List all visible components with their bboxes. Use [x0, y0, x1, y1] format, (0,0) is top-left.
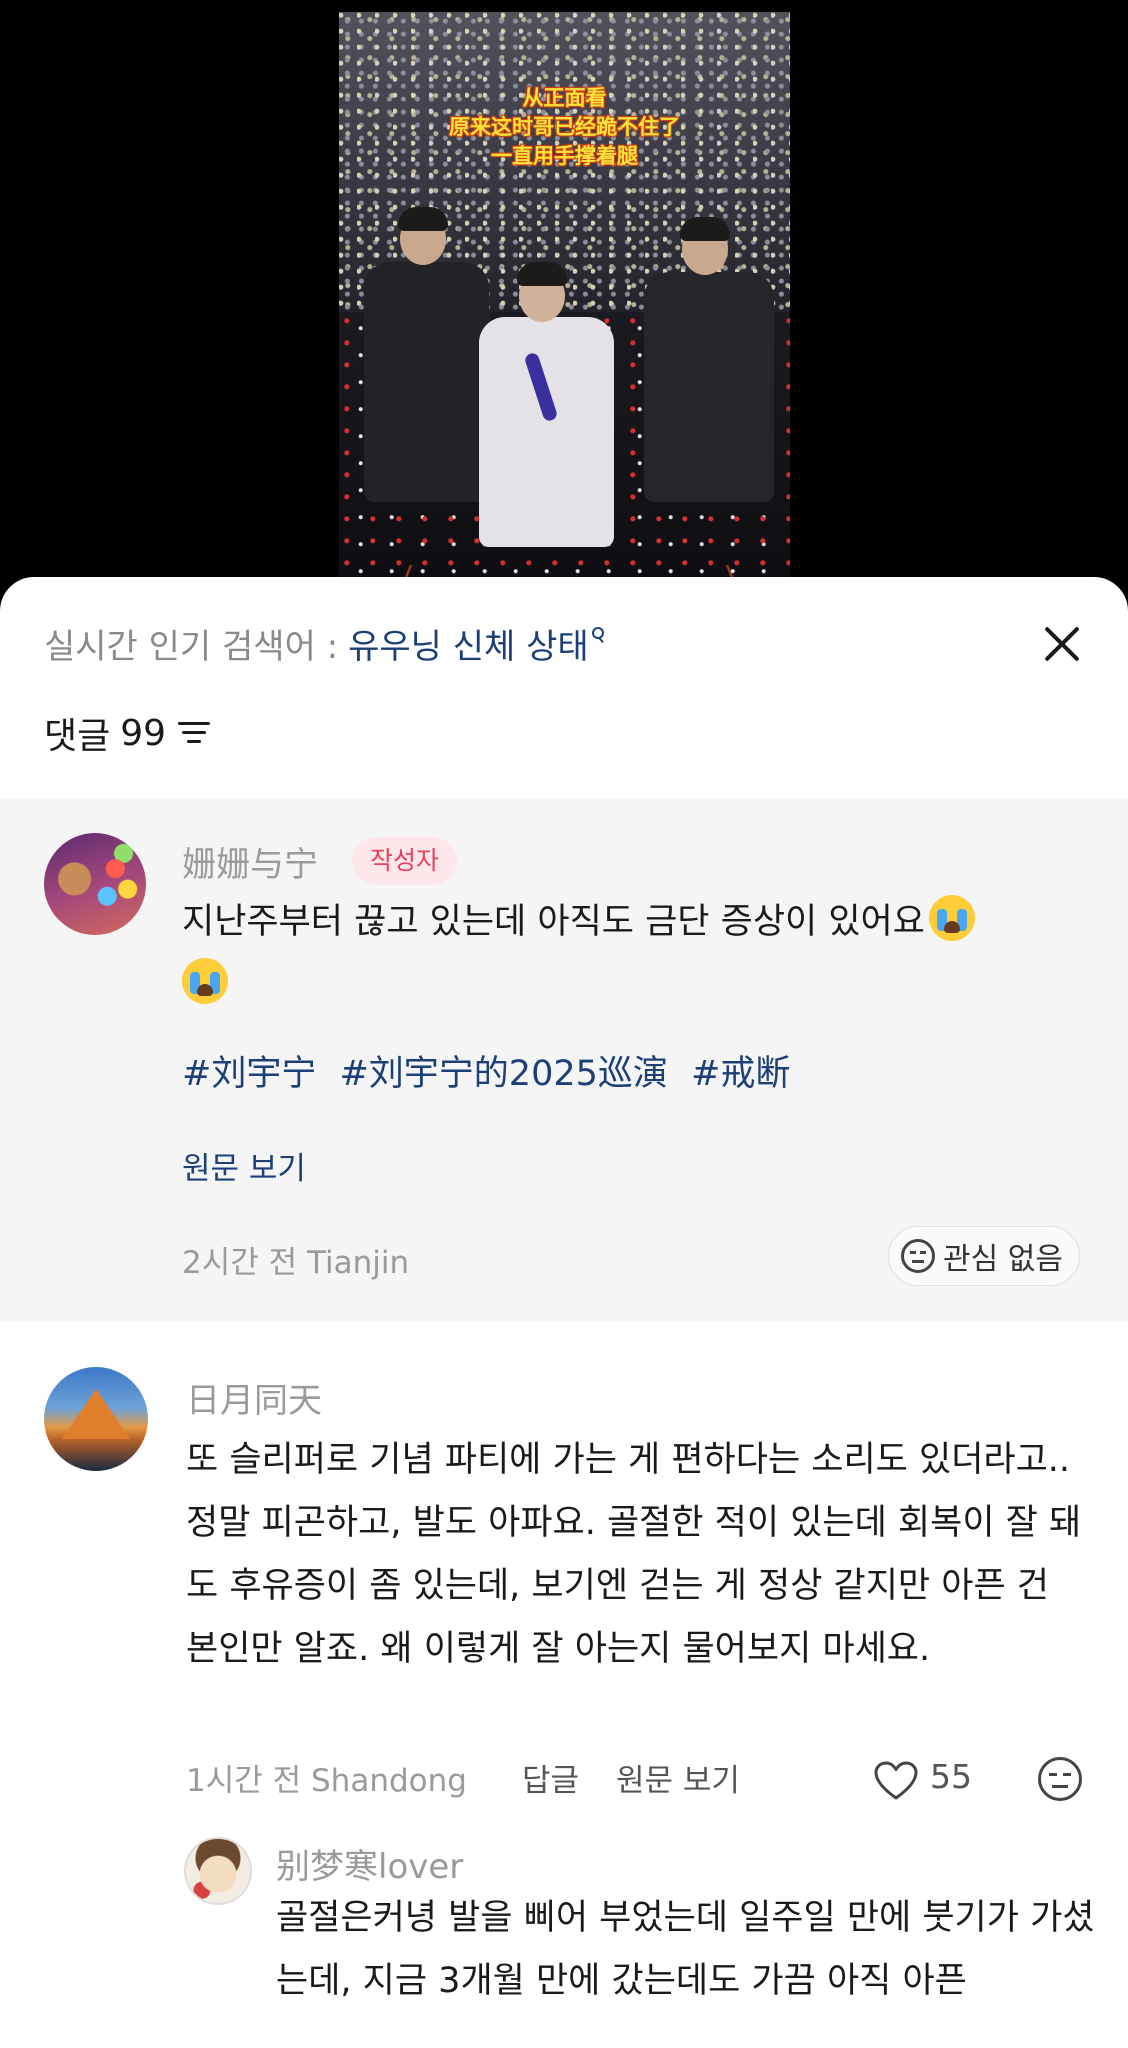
- neutral-face-icon: [901, 1239, 935, 1273]
- comments-label: 댓글: [44, 716, 111, 757]
- close-icon[interactable]: [1036, 617, 1088, 669]
- caption-line-2: 原来这时哥已经跪不住了: [449, 115, 680, 139]
- comment-text: 또 슬리퍼로 기념 파티에 가는 게 편하다는 소리도 있더라고.. 정말 피곤…: [186, 1440, 1082, 1669]
- trending-search-bar[interactable]: 실시간 인기 검색어 : 유우닝 신체 상태: [44, 623, 605, 667]
- reply-text: 골절은커녕 발을 삐어 부었는데 일주일 만에 붓기가 가셨는데, 지금 3개월…: [276, 1898, 1095, 2001]
- avatar[interactable]: [44, 1367, 148, 1471]
- comment-body: 지난주부터 끊고 있는데 아직도 금단 증상이 있어요: [182, 902, 925, 942]
- hashtag-link[interactable]: #刘宇宁的2025巡演: [339, 1054, 667, 1094]
- avatar[interactable]: [44, 833, 146, 935]
- view-original-link[interactable]: 원문 보기: [182, 1143, 306, 1188]
- video-player[interactable]: 从正面看 原来这时哥已经跪不住了 一直用手撑着腿: [339, 12, 790, 580]
- hashtag-link[interactable]: #戒断: [691, 1054, 790, 1094]
- sort-icon[interactable]: [178, 720, 212, 746]
- comments-count: 99: [120, 712, 167, 754]
- caption-line-3: 一直用手撑着腿: [491, 144, 638, 168]
- pinned-comment: 姗姗与宁 작성자 지난주부터 끊고 있는데 아직도 금단 증상이 있어요 #刘宇…: [0, 799, 1128, 1321]
- like-count: 55: [930, 1757, 972, 1796]
- crying-emoji-icon: [928, 895, 975, 941]
- search-icon: [591, 623, 605, 647]
- comments-header: 댓글 99: [44, 711, 212, 757]
- comment-meta: 1시간 전 Shandong: [186, 1763, 467, 1799]
- avatar[interactable]: [184, 1837, 252, 1905]
- caption-line-1: 从正面看: [522, 86, 607, 110]
- view-original-link[interactable]: 원문 보기: [616, 1755, 740, 1800]
- video-area[interactable]: 从正面看 原来这时哥已经跪不住了 一直用手撑着腿: [0, 0, 1128, 580]
- not-interested-label: 관심 없음: [943, 1242, 1063, 1277]
- author-badge: 작성자: [352, 837, 458, 885]
- heart-icon[interactable]: [874, 1761, 918, 1801]
- reply-button[interactable]: 답글: [522, 1755, 579, 1800]
- comments-sheet: 실시간 인기 검색어 : 유우닝 신체 상태 댓글 99 姗姗与宁 작성자 지난…: [0, 577, 1128, 2048]
- not-interested-button[interactable]: 관심 없음: [888, 1226, 1080, 1286]
- trending-term-link[interactable]: 유우닝 신체 상태: [348, 619, 589, 668]
- trending-label: 실시간 인기 검색어 :: [44, 626, 339, 667]
- comment-meta: 2시간 전 Tianjin: [182, 1245, 410, 1281]
- comment-author[interactable]: 姗姗与宁: [182, 837, 318, 886]
- hashtag-link[interactable]: #刘宇宁: [182, 1054, 316, 1094]
- video-caption: 从正面看 原来这时哥已经跪不住了 一直用手撑着腿: [339, 84, 790, 171]
- reply-author[interactable]: 别梦寒lover: [276, 1839, 463, 1888]
- comment-author[interactable]: 日月同天: [186, 1373, 322, 1422]
- neutral-face-icon[interactable]: [1038, 1757, 1082, 1801]
- hashtags: #刘宇宁 #刘宇宁的2025巡演 #戒断: [182, 1045, 802, 1096]
- comment-text: 지난주부터 끊고 있는데 아직도 금단 증상이 있어요: [182, 891, 1062, 1017]
- crying-emoji-icon: [182, 958, 228, 1004]
